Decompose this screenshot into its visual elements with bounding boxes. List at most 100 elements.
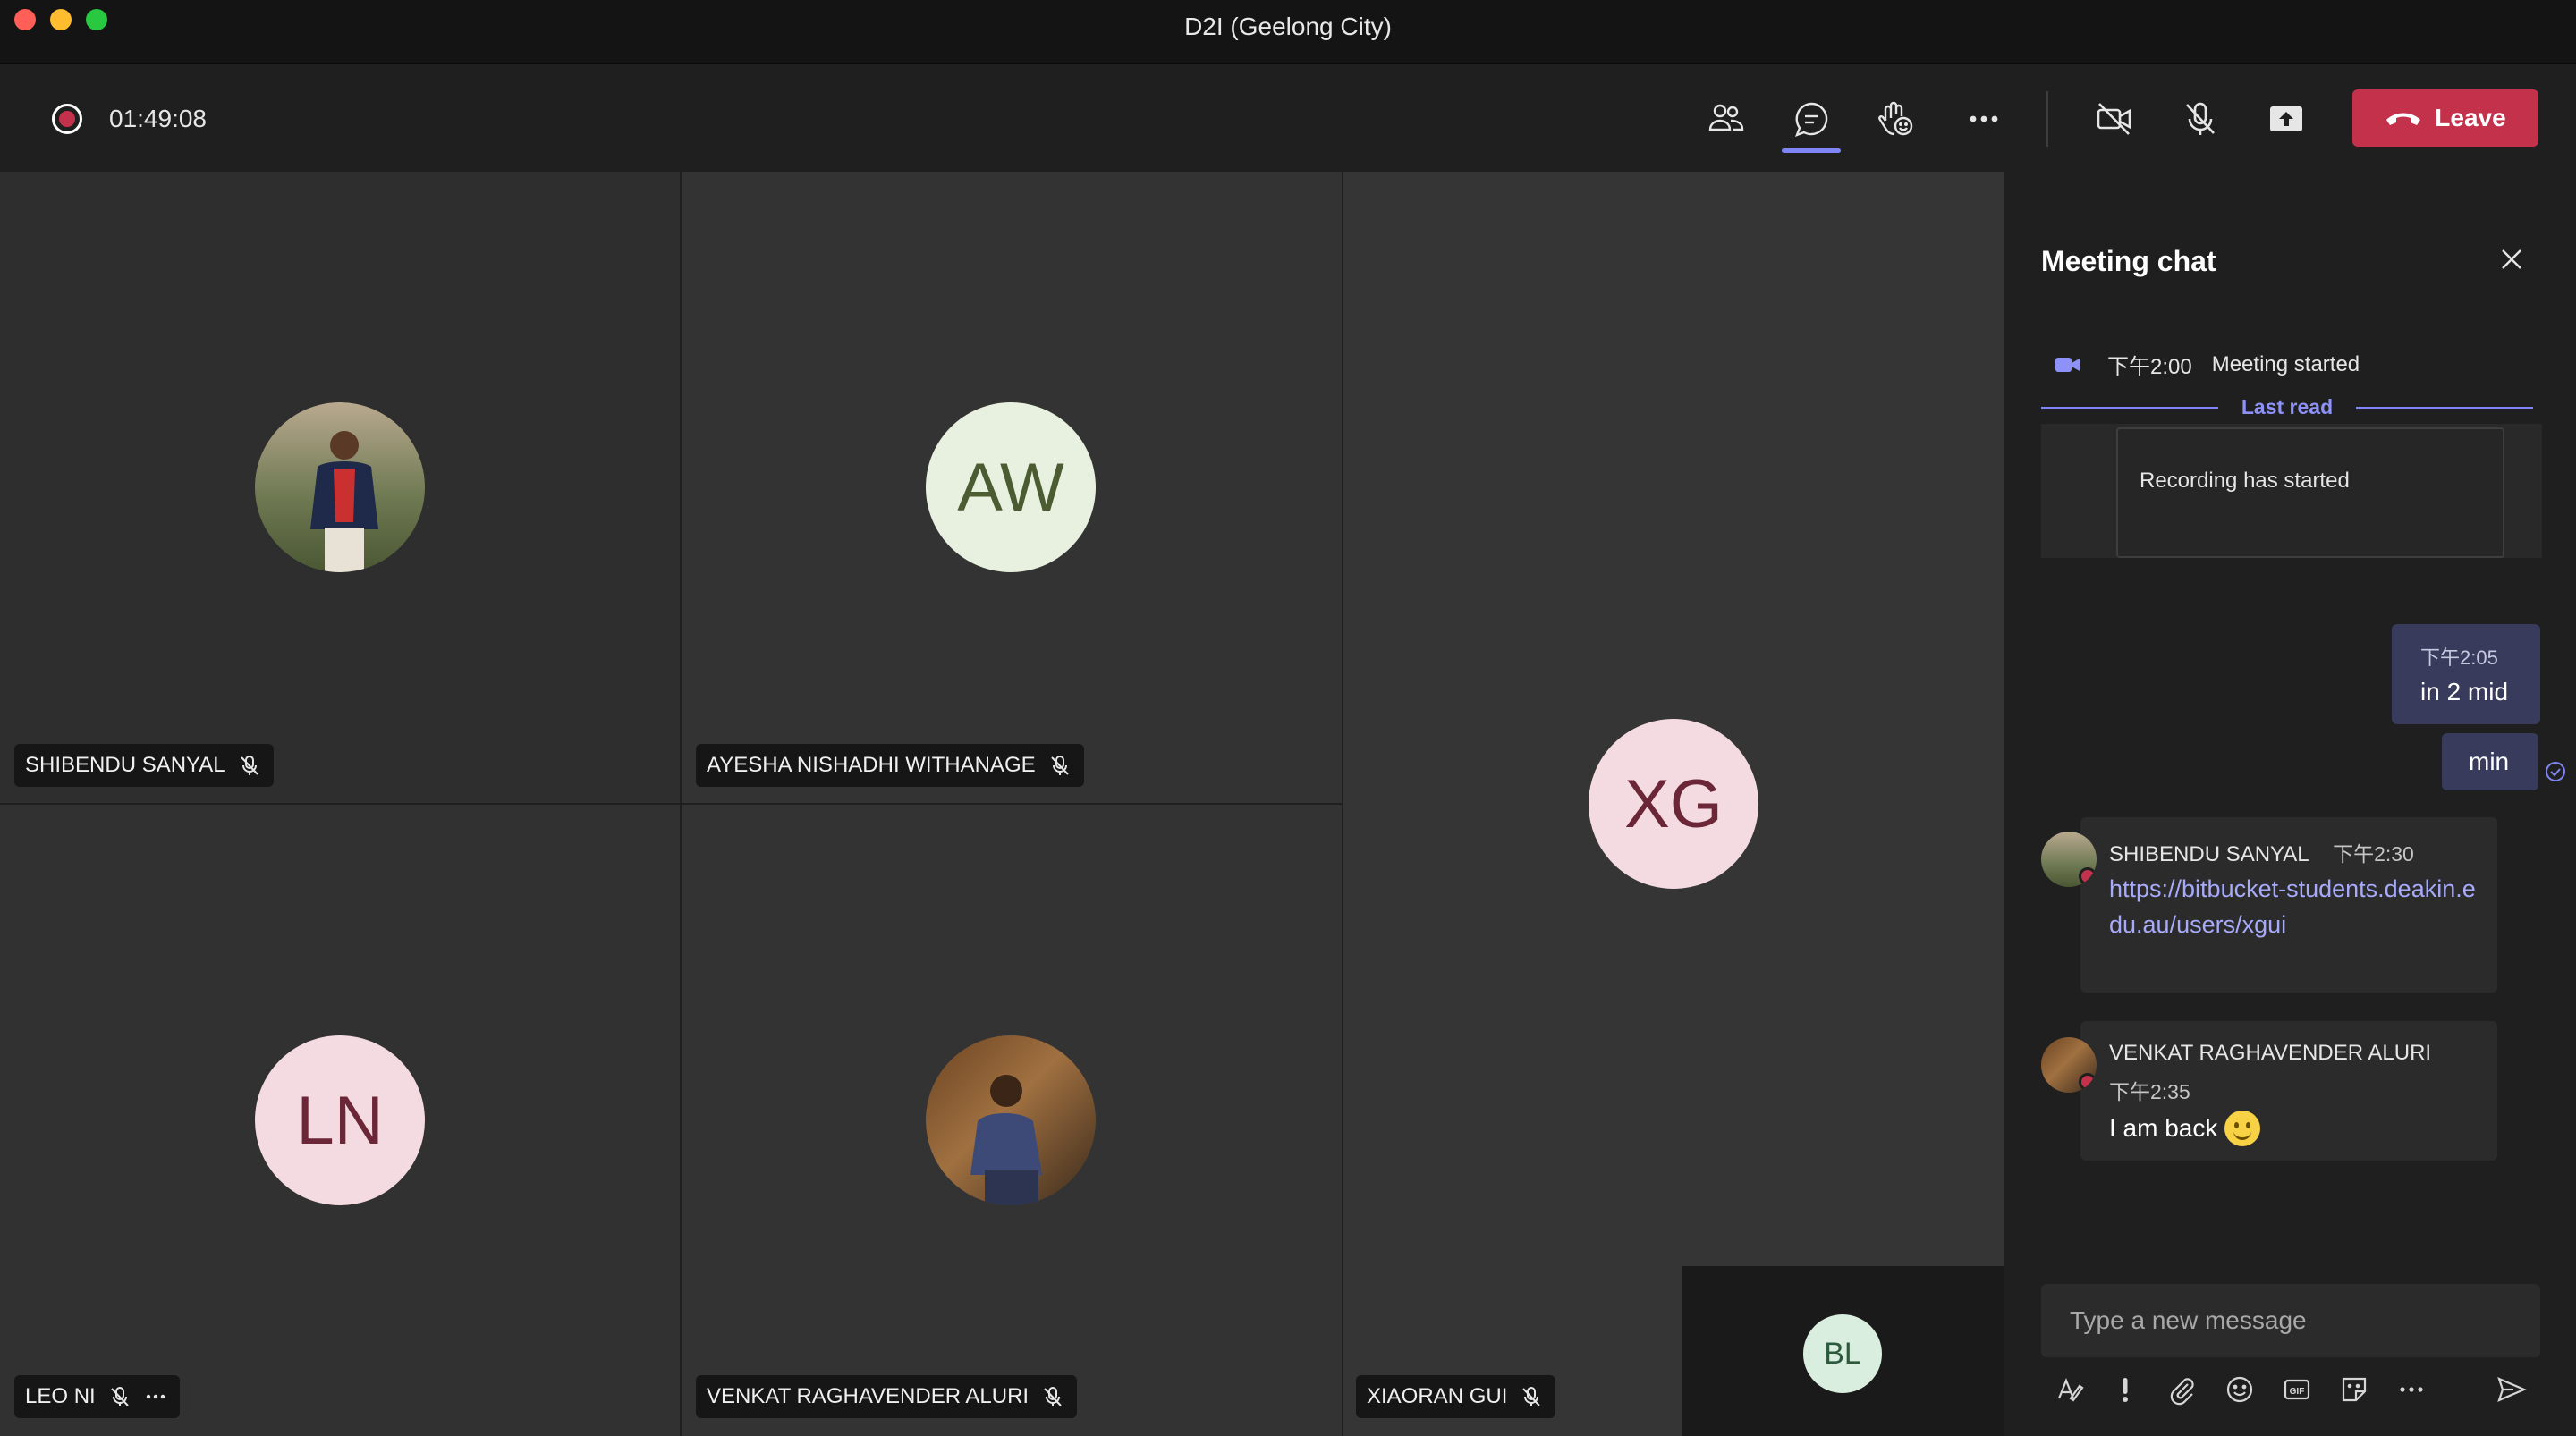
chat-message[interactable]: SHIBENDU SANYAL 下午2:30 https://bitbucket… [2080,817,2497,993]
format-button[interactable] [2052,1372,2088,1407]
message-sender: SHIBENDU SANYAL [2109,842,2309,866]
video-tile-ayesha[interactable]: AW AYESHA NISHADHI WITHANAGE [682,172,1342,803]
more-actions-icon [1970,115,1998,122]
presence-badge [2079,867,2097,885]
attach-button[interactable] [2165,1372,2200,1407]
video-tile-xiaoran[interactable]: XG XIAORAN GUI [1343,172,2004,1436]
participants-icon [1708,104,1744,131]
compose-toolbar: GIF [2052,1364,2553,1415]
share-screen-button[interactable] [2259,93,2313,145]
participant-name-tag: LEO NI [14,1375,180,1418]
format-icon [2057,1378,2084,1402]
system-message-time: 下午2:00 [2107,355,2192,379]
message-link[interactable]: https://bitbucket-students.deakin.edu.au… [2109,871,2485,942]
camera-toggle-button[interactable] [2088,93,2141,145]
self-message-bubble[interactable]: 下午2:05 in 2 mid [2392,624,2540,724]
mic-muted-icon [1522,1387,1541,1406]
participant-name-tag: XIAORAN GUI [1356,1375,1556,1418]
presence-badge [2079,1073,2097,1091]
system-message-text: Meeting started [2211,351,2360,376]
mic-toggle-button[interactable] [2174,93,2227,145]
self-avatar-initials: BL [1803,1314,1882,1393]
message-text: in 2 mid [2420,678,2509,705]
gif-button[interactable]: GIF [2279,1372,2315,1407]
mic-muted-icon [1050,756,1069,775]
participant-avatar-initials: LN [255,1035,425,1205]
sender-avatar[interactable] [2041,1037,2097,1093]
participants-button[interactable] [1699,93,1753,145]
emoji-button[interactable] [2222,1372,2258,1407]
system-message-meeting-started: 下午2:00 Meeting started [2054,349,2360,380]
more-actions-button[interactable] [1957,93,2011,145]
divider-line [2356,406,2534,409]
chat-title: Meeting chat [2041,245,2216,277]
person-photo-icon [970,1075,1042,1205]
window-title: D2I (Geelong City) [1184,13,1392,40]
participant-avatar-photo [255,402,425,572]
participant-name-tag: VENKAT RAGHAVENDER ALURI [696,1375,1078,1418]
close-icon [2502,249,2521,269]
chat-message[interactable]: VENKAT RAGHAVENDER ALURI 下午2:35 I am bac… [2080,1021,2497,1161]
video-tile-venkat[interactable]: VENKAT RAGHAVENDER ALURI [682,805,1342,1436]
share-screen-icon [2270,106,2302,131]
mic-off-icon [2186,102,2215,135]
send-button[interactable] [2494,1372,2529,1407]
participant-avatar-initials: XG [1589,719,1758,889]
important-button[interactable] [2107,1372,2143,1407]
close-chat-button[interactable] [2496,243,2531,279]
self-view-tile[interactable]: BL [1682,1266,2004,1436]
more-compose-options-button[interactable] [2394,1372,2429,1407]
leave-button[interactable]: Leave [2352,89,2538,147]
smile-emoji-icon [2224,1111,2261,1146]
mic-muted-icon [240,756,258,775]
camera-off-icon [2097,103,2131,135]
meeting-toolbar: 01:49:08 Leave [0,66,2576,172]
exclamation-icon [2123,1378,2128,1402]
sticker-icon [2342,1377,2367,1402]
participant-more-icon[interactable] [144,1385,167,1408]
chat-button[interactable] [1784,93,1838,145]
participant-name: LEO NI [25,1384,96,1408]
paperclip-icon [2170,1378,2194,1406]
recording-notice: Recording has started [2116,427,2504,558]
sticker-button[interactable] [2336,1372,2372,1407]
participant-avatar-initials: AW [926,402,1096,572]
raise-hand-icon [1878,101,1913,136]
participant-name: SHIBENDU SANYAL [25,753,225,777]
message-text: I am back [2109,1114,2218,1142]
message-input[interactable] [2041,1284,2540,1357]
message-body: I am back [2109,1111,2497,1146]
divider-line [2041,406,2218,409]
sender-avatar[interactable] [2041,832,2097,887]
meeting-video-icon [2055,357,2080,372]
video-tile-leo[interactable]: LN LEO NI [0,805,680,1436]
leave-label: Leave [2435,104,2506,131]
participant-name: AYESHA NISHADHI WITHANAGE [707,753,1036,777]
recording-notice-container: Recording has started [2041,424,2542,558]
more-options-icon [2400,1387,2423,1392]
participant-name-tag: AYESHA NISHADHI WITHANAGE [696,744,1084,787]
message-sender: VENKAT RAGHAVENDER ALURI [2109,1041,2432,1065]
message-time: 下午2:30 [2333,842,2414,866]
chat-icon [1794,102,1828,138]
send-icon [2497,1377,2527,1402]
emoji-icon [2226,1376,2253,1403]
compose-box[interactable] [2041,1284,2540,1357]
seen-check-icon [2546,762,2565,781]
gif-icon: GIF [2284,1379,2310,1400]
hang-up-icon [2386,113,2421,125]
last-read-divider: Last read [2041,395,2534,419]
participant-name-tag: SHIBENDU SANYAL [14,744,274,787]
react-button[interactable] [1869,93,1923,145]
svg-text:GIF: GIF [2290,1387,2305,1397]
meeting-timer: 01:49:08 [109,105,207,132]
video-tile-shibendu[interactable]: SHIBENDU SANYAL [0,172,680,803]
participant-avatar-photo [926,1035,1096,1205]
self-message-bubble[interactable]: min [2442,733,2538,790]
message-time: 下午2:05 [2420,646,2498,669]
participant-name: XIAORAN GUI [1367,1384,1508,1408]
message-time: 下午2:35 [2109,1080,2190,1103]
participant-name: VENKAT RAGHAVENDER ALURI [707,1384,1030,1408]
mic-muted-icon [110,1387,129,1406]
toolbar-separator [2046,91,2048,147]
